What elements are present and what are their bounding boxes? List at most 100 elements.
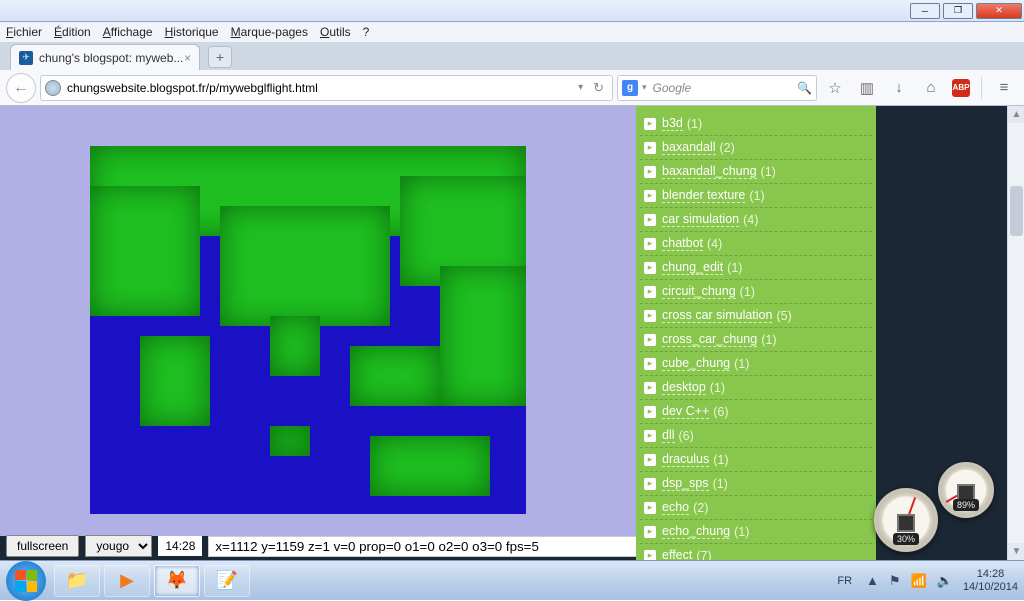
hamburger-menu-button[interactable]: ≡ [993,77,1015,99]
location-select[interactable]: yougo [85,535,152,557]
bookmark-star-button[interactable]: ☆ [824,77,846,99]
taskbar-explorer[interactable]: 📁 [54,565,100,597]
sidebar-label[interactable]: car simulation [662,212,739,227]
sidebar-label[interactable]: circuit_chung [662,284,736,299]
reader-view-button[interactable]: ▥ [856,77,878,99]
sidebar-item[interactable]: ▸dsp_sps(1) [640,472,872,496]
menu-bookmarks[interactable]: Marque-pages [231,25,308,39]
search-go-button[interactable]: 🔍 [797,81,812,95]
sidebar-item[interactable]: ▸echo(2) [640,496,872,520]
home-button[interactable]: ⌂ [920,77,942,99]
taskbar-media-player[interactable]: ▶ [104,565,150,597]
start-button[interactable] [6,561,46,601]
menu-history[interactable]: Historique [165,25,219,39]
webgl-canvas[interactable] [90,146,526,514]
sidebar-item[interactable]: ▸baxandall(2) [640,136,872,160]
taskbar-notepadpp[interactable]: 📝 [204,565,250,597]
scroll-up-button[interactable]: ▲ [1008,106,1024,123]
search-engine-caret-icon[interactable]: ▾ [642,82,647,93]
menu-edit[interactable]: Édition [54,25,91,39]
menu-tools[interactable]: Outils [320,25,351,39]
scroll-thumb[interactable] [1010,186,1023,236]
sidebar-label[interactable]: desktop [662,380,706,395]
sidebar-label[interactable]: dll [662,428,675,443]
show-hidden-icons[interactable]: ▲ [866,573,879,588]
downloads-button[interactable]: ↓ [888,77,910,99]
sidebar-label[interactable]: chatbot [662,236,703,251]
flag-icon[interactable]: ⚑ [889,573,901,589]
sidebar-label[interactable]: blender texture [662,188,745,203]
sidebar-count: (1) [734,525,749,539]
menu-file[interactable]: Fichier [6,25,42,39]
sidebar-item[interactable]: ▸echo_chung(1) [640,520,872,544]
page-main-column [0,106,636,536]
window-close-button[interactable]: ✕ [976,3,1022,19]
sidebar-label[interactable]: draculus [662,452,709,467]
sidebar-item[interactable]: ▸cross car simulation(5) [640,304,872,328]
window-restore-button[interactable]: ❐ [943,3,973,19]
sidebar-item[interactable]: ▸effect(7) [640,544,872,560]
vertical-scrollbar[interactable]: ▲ ▼ [1007,106,1024,560]
sidebar-label[interactable]: cube_chung [662,356,730,371]
sidebar-label[interactable]: baxandall_chung [662,164,757,179]
sidebar-count: (1) [727,261,742,275]
menu-view[interactable]: Affichage [103,25,153,39]
sidebar-item[interactable]: ▸chung_edit(1) [640,256,872,280]
back-button[interactable]: ← [6,73,36,103]
google-icon[interactable]: g [622,80,638,96]
sidebar-label[interactable]: b3d [662,116,683,131]
sidebar-label[interactable]: cross car simulation [662,308,772,323]
fullscreen-button[interactable]: fullscreen [6,535,79,557]
sidebar-item[interactable]: ▸b3d(1) [640,112,872,136]
url-bar[interactable]: chungswebsite.blogspot.fr/p/mywebglfligh… [40,75,613,101]
scroll-down-button[interactable]: ▼ [1008,543,1024,560]
taskbar-firefox[interactable]: 🦊 [154,565,200,597]
sidebar-item[interactable]: ▸desktop(1) [640,376,872,400]
sidebar-item[interactable]: ▸cube_chung(1) [640,352,872,376]
terrain-block [270,426,310,456]
cpu-meter-gadget[interactable]: 89% 30% [874,462,994,552]
sidebar-item[interactable]: ▸blender texture(1) [640,184,872,208]
network-icon[interactable]: 📶 [911,573,927,589]
sidebar-item[interactable]: ▸dev C++(6) [640,400,872,424]
sidebar-label[interactable]: cross_car_chung [662,332,757,347]
new-tab-button[interactable]: + [208,46,232,68]
nav-toolbar: ← chungswebsite.blogspot.fr/p/mywebglfli… [0,70,1024,106]
toolbar-separator [981,77,982,99]
tab-close-button[interactable]: × [184,51,191,65]
sidebar-label[interactable]: echo_chung [662,524,730,539]
sim-status[interactable] [208,536,648,557]
search-bar[interactable]: g ▾ Google 🔍 [617,75,817,101]
abp-icon[interactable]: ABP [952,79,970,97]
menu-help[interactable]: ? [363,25,370,39]
sidebar-item[interactable]: ▸cross_car_chung(1) [640,328,872,352]
sidebar-item[interactable]: ▸chatbot(4) [640,232,872,256]
window-minimize-button[interactable]: ─ [910,3,940,19]
sidebar-count: (1) [734,357,749,371]
sidebar-item[interactable]: ▸car simulation(4) [640,208,872,232]
sidebar-label[interactable]: effect [662,548,692,560]
sidebar-label[interactable]: baxandall [662,140,716,155]
page-viewport: fullscreen yougo 14:28 ▸b3d(1)▸baxandall… [0,106,1024,560]
arrow-icon: ▸ [644,190,656,202]
blog-labels-sidebar: ▸b3d(1)▸baxandall(2)▸baxandall_chung(1)▸… [636,106,876,560]
arrow-icon: ▸ [644,502,656,514]
language-indicator[interactable]: FR [833,573,856,589]
arrow-icon: ▸ [644,214,656,226]
sidebar-label[interactable]: dev C++ [662,404,709,419]
sidebar-label[interactable]: dsp_sps [662,476,709,491]
sidebar-item[interactable]: ▸circuit_chung(1) [640,280,872,304]
sidebar-item[interactable]: ▸dll(6) [640,424,872,448]
sidebar-label[interactable]: chung_edit [662,260,723,275]
sidebar-item[interactable]: ▸draculus(1) [640,448,872,472]
sidebar-item[interactable]: ▸baxandall_chung(1) [640,160,872,184]
reload-button[interactable]: ↻ [589,80,608,96]
plane-icon: ✈ [19,51,33,65]
arrow-icon: ▸ [644,550,656,561]
tab-active[interactable]: ✈ chung's blogspot: myweb... × [10,44,200,70]
taskbar-clock[interactable]: 14:28 14/10/2014 [963,568,1018,592]
sidebar-label[interactable]: echo [662,500,689,515]
url-dropdown-icon[interactable]: ▾ [572,82,589,93]
url-text: chungswebsite.blogspot.fr/p/mywebglfligh… [67,81,318,95]
volume-icon[interactable]: 🔈 [937,573,953,589]
